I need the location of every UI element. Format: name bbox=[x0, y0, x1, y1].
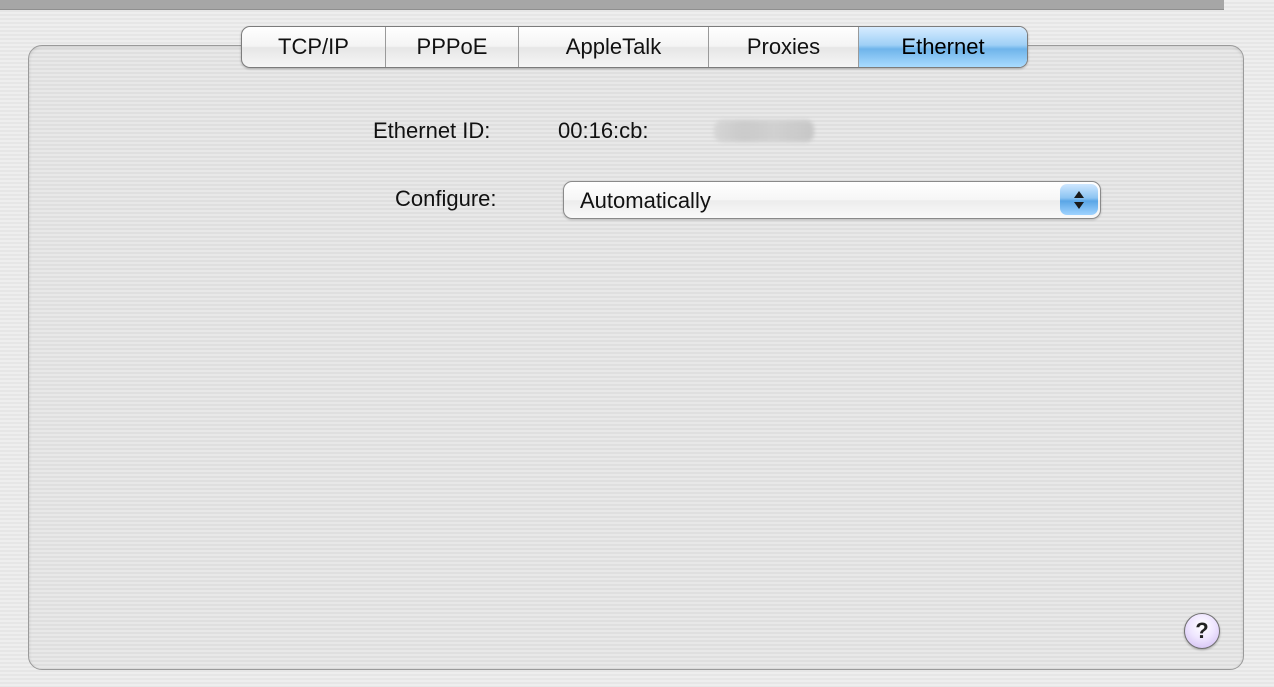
help-button[interactable]: ? bbox=[1184, 613, 1220, 649]
configure-popup-value: Automatically bbox=[580, 188, 711, 213]
tab-proxies[interactable]: Proxies bbox=[709, 27, 859, 67]
popup-arrows-icon bbox=[1060, 184, 1098, 215]
tab-ethernet[interactable]: Ethernet bbox=[859, 27, 1027, 67]
configure-label: Configure: bbox=[395, 186, 497, 211]
help-icon: ? bbox=[1195, 618, 1209, 643]
tab-appletalk[interactable]: AppleTalk bbox=[519, 27, 709, 67]
redacted-mac-suffix bbox=[714, 120, 814, 142]
tab-pppoe[interactable]: PPPoE bbox=[386, 27, 519, 67]
tab-tcpip[interactable]: TCP/IP bbox=[242, 27, 386, 67]
configure-popup[interactable]: Automatically bbox=[563, 181, 1101, 219]
tab-bar: TCP/IP PPPoE AppleTalk Proxies Ethernet bbox=[241, 26, 1028, 68]
ethernet-id-value: 00:16:cb: bbox=[558, 118, 649, 143]
ethernet-id-label: Ethernet ID: bbox=[373, 118, 491, 143]
window-top-bar bbox=[0, 0, 1224, 10]
